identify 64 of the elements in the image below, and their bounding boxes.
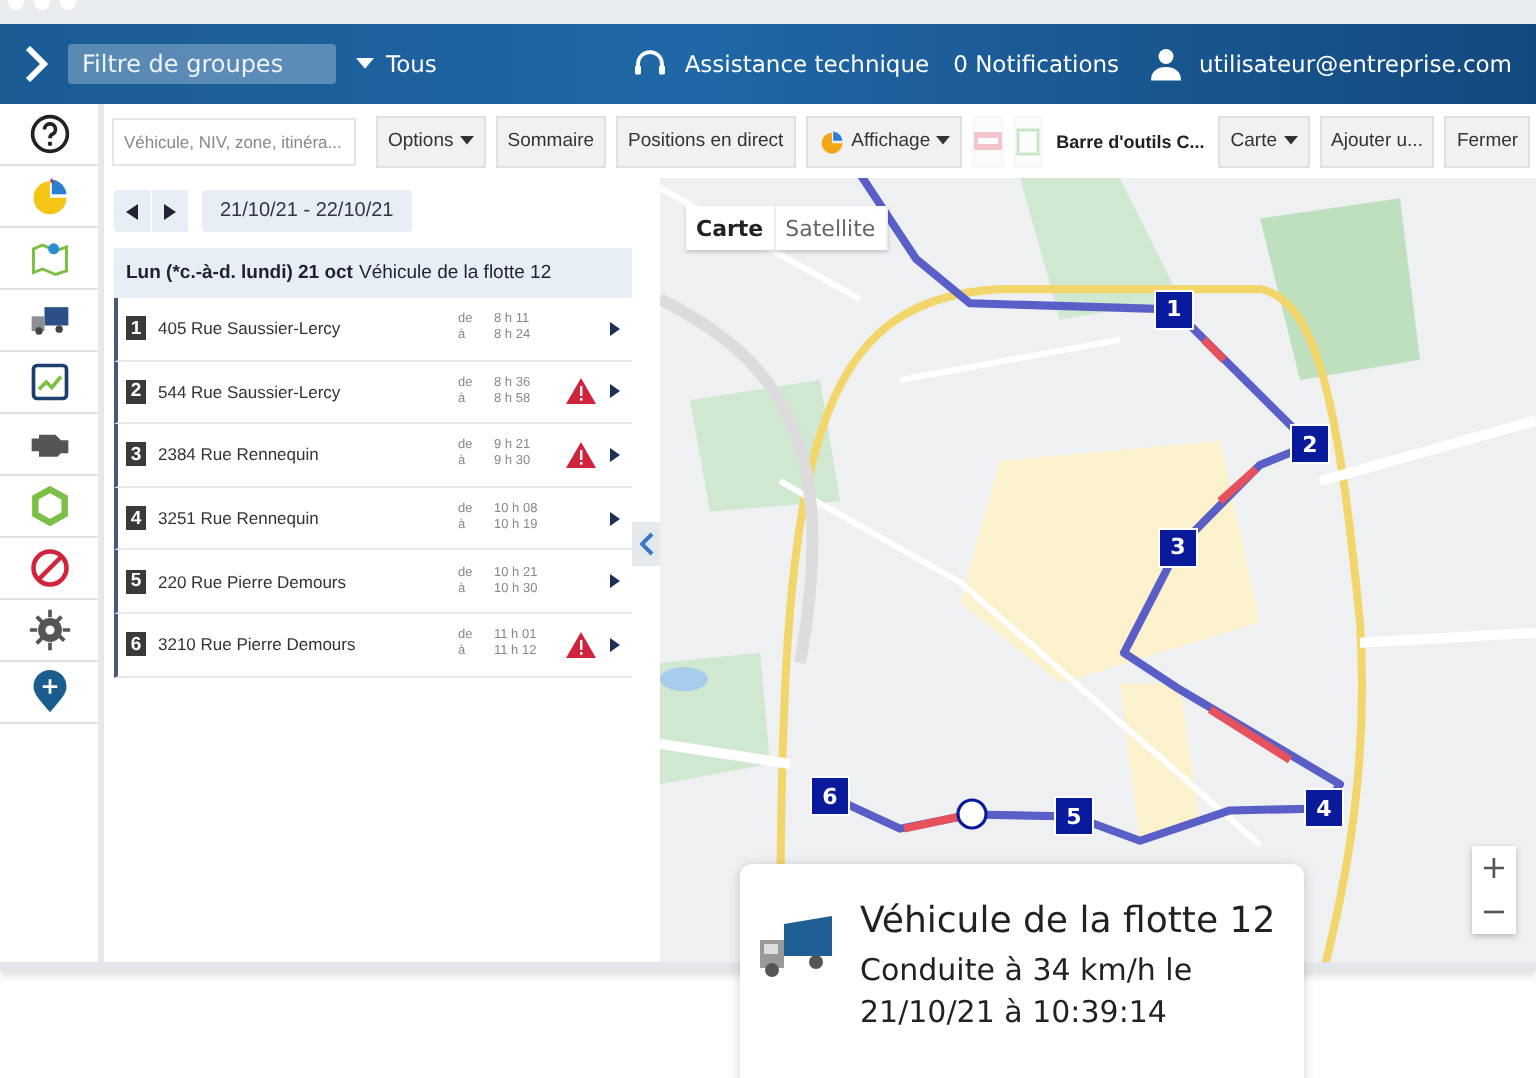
zoom-out-button[interactable]: − [1472,890,1516,934]
menu-button[interactable]: Carte [1218,115,1310,167]
caret-icon [356,58,374,70]
date-range[interactable]: 21/10/21 - 22/10/21 [202,190,412,232]
play-icon [610,447,620,462]
group-scope-dropdown[interactable]: Tous [386,50,437,78]
stop-marker[interactable]: 1 [1154,289,1194,330]
help-icon [27,112,71,156]
stop-address: 544 Rue Saussier-Lercy [158,381,343,402]
stop-marker[interactable]: 4 [1304,788,1344,829]
toolbar-button[interactable]: Sommaire [495,115,607,167]
stop-marker[interactable]: 3 [1158,527,1198,568]
zoom-in-button[interactable]: + [1472,846,1516,890]
stop-marker[interactable]: 5 [1054,796,1094,837]
caret-right-icon [164,203,176,219]
settings-icon [27,608,71,652]
support-link[interactable]: Assistance technique [684,50,930,78]
play-icon [610,574,620,589]
play-icon [610,511,620,526]
caret-left-icon [126,203,138,219]
chevron-left-icon [639,532,653,556]
notifications-link[interactable]: 0 Notifications [953,50,1120,78]
vehicle-name: Véhicule de la flotte 12 [358,262,552,284]
stop-number: 3 [126,442,146,467]
caret-icon [936,136,951,146]
stop-address: 220 Rue Pierre Demours [158,571,349,592]
collapse-handle[interactable] [632,522,660,566]
toolbar-button[interactable]: Fermer [1444,115,1531,167]
stop-marker[interactable]: 2 [1290,424,1330,465]
stop-number: 2 [126,379,146,404]
toolbar-title: Barre d'outils C... [1056,131,1205,151]
toolbar-button[interactable]: Positions en direct [616,115,796,167]
vehicle-position-icon [956,798,988,831]
caret-icon [1283,136,1298,146]
stop-number: 5 [126,569,146,594]
menu-button[interactable]: Options [376,115,486,167]
stop-number: 1 [126,316,146,341]
search-field[interactable]: Véhicule, NIV, zone, itinéra... [112,117,356,165]
stop-address: 2384 Rue Rennequin [158,444,321,465]
no-entry-icon [27,546,71,590]
user-account[interactable]: utilisateur@entreprise.com [1199,50,1512,78]
popup-title: Véhicule de la flotte 12 [860,900,1278,942]
map-type-tab[interactable]: Carte [686,206,776,250]
stop-address: 3251 Rue Rennequin [158,508,321,529]
location-pin-icon [27,670,71,714]
caret-icon [459,136,474,146]
play-icon [610,384,620,399]
display-menu-button[interactable]: Affichage [805,115,963,167]
user-icon [1147,46,1184,82]
play-icon [610,637,620,652]
day-label: Lun (*c.-à-d. lundi) 21 oct [126,262,353,284]
line-chart-icon [27,360,71,404]
pie-chart-icon [817,127,846,155]
toolbar-button[interactable]: Ajouter u... [1319,115,1435,167]
popup-status: Conduite à 34 km/h le 21/10/21 à 10:39:14 [860,950,1195,1034]
stop-address: 3210 Rue Pierre Demours [158,634,358,655]
chevron-right-icon[interactable] [24,46,48,82]
play-icon [610,321,620,336]
stop-number: 4 [126,506,146,531]
hexagon-icon [27,484,71,528]
map-type-tab[interactable]: Satellite [775,206,888,250]
stop-marker[interactable]: 6 [810,776,850,817]
stop-number: 6 [126,632,146,657]
stop-address: 405 Rue Saussier-Lercy [158,318,343,339]
